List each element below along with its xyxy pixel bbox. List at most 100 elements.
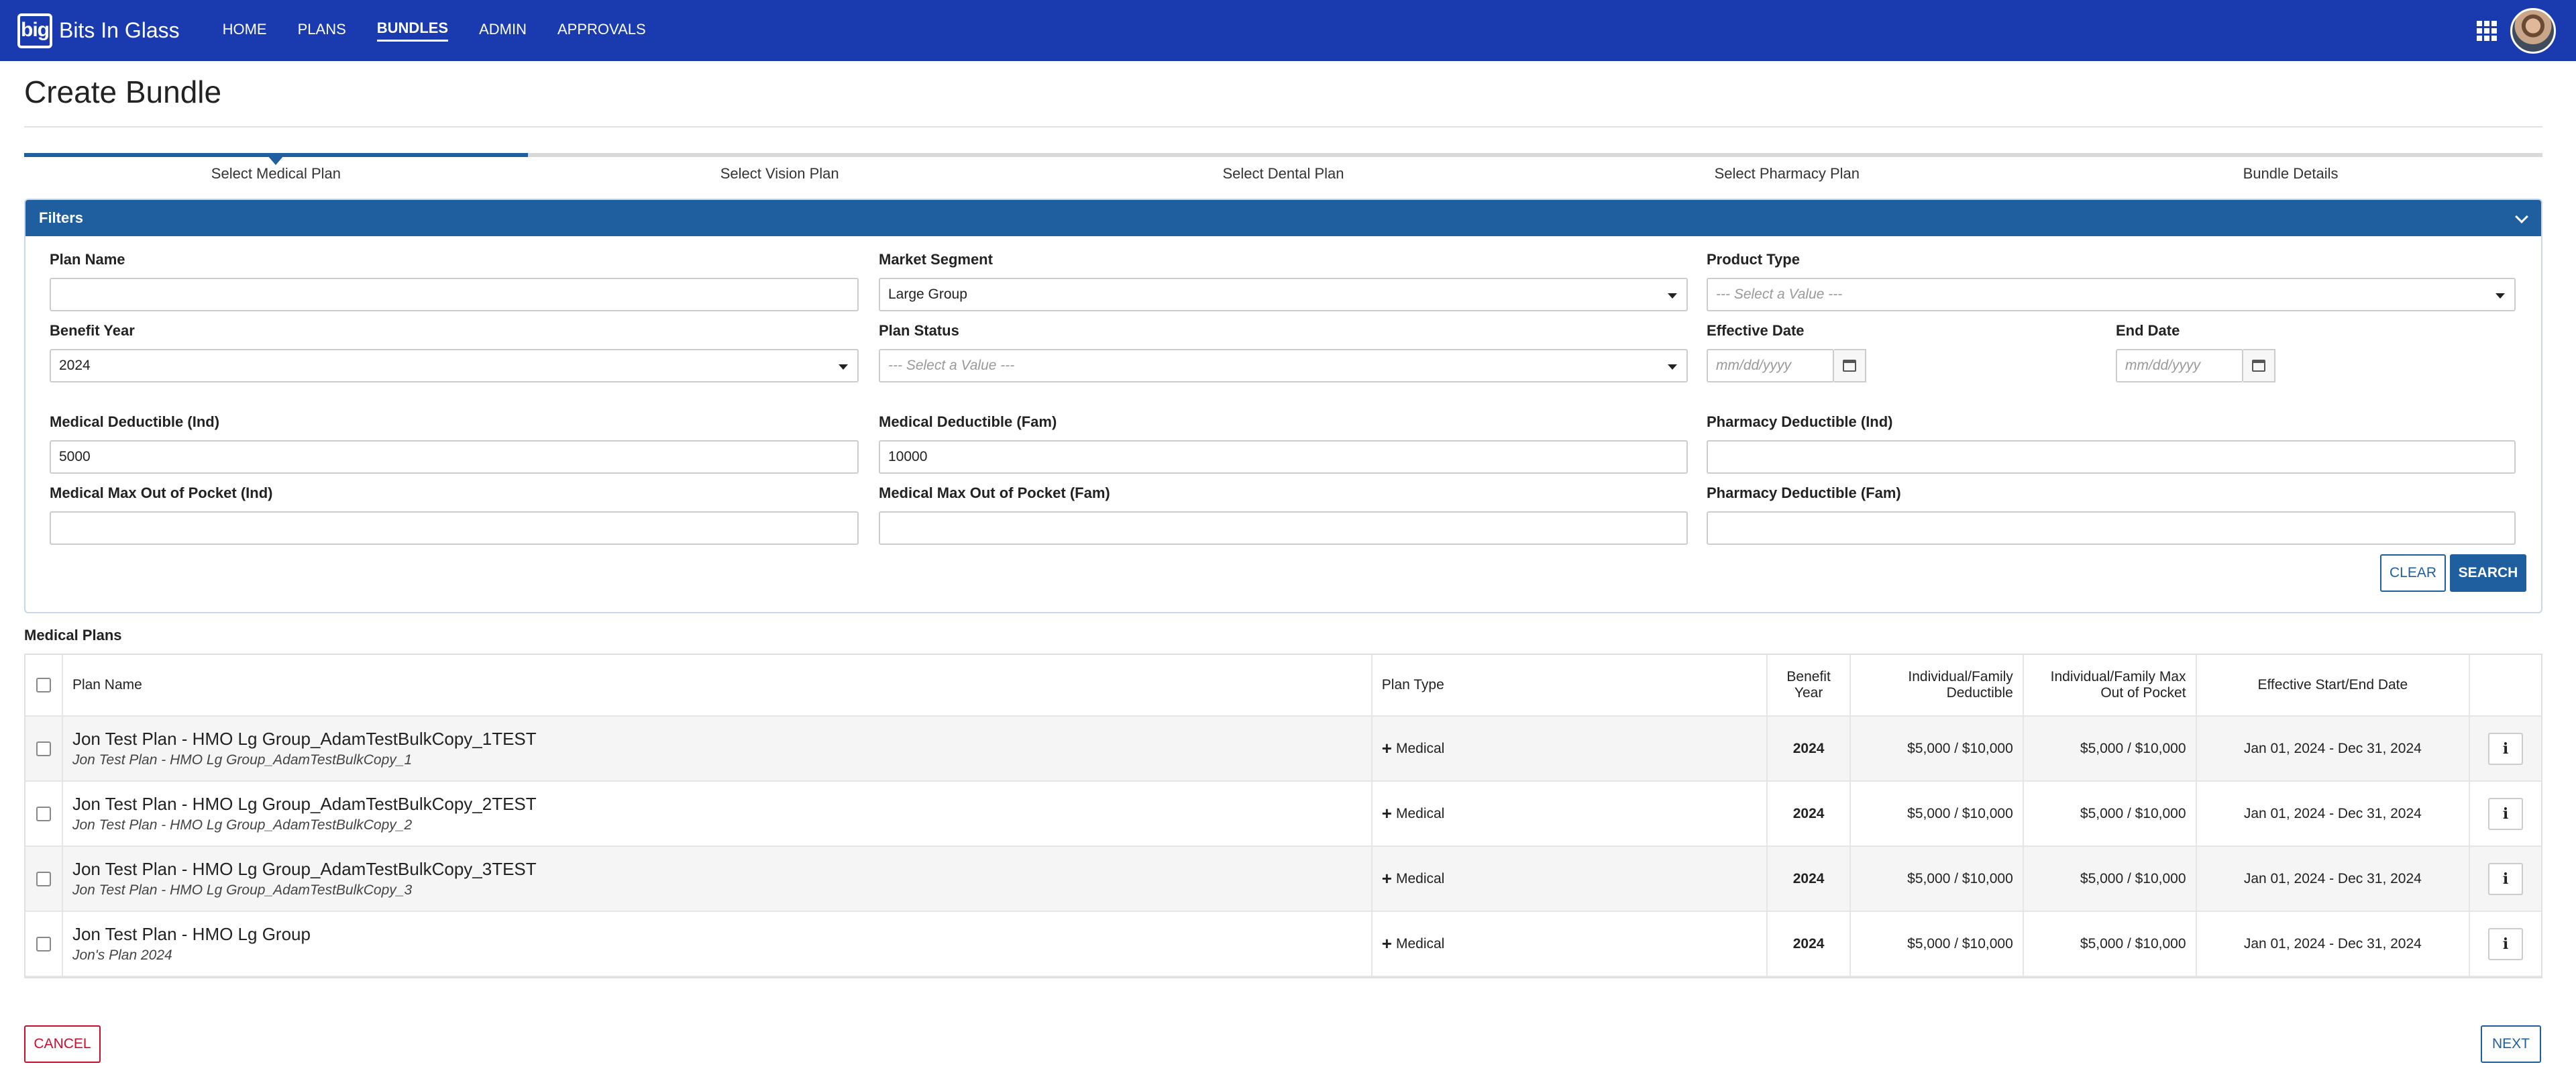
table-row[interactable]: Jon Test Plan - HMO Lg Group_AdamTestBul…	[25, 782, 2541, 847]
caret-down-icon	[2496, 293, 2505, 299]
pharm-ded-ind-input[interactable]	[1707, 440, 2516, 474]
row-checkbox[interactable]	[36, 741, 51, 756]
med-oop-fam-input[interactable]	[879, 511, 1688, 545]
table-row[interactable]: Jon Test Plan - HMO Lg Group_AdamTestBul…	[25, 717, 2541, 782]
effective-dates: Jan 01, 2024 - Dec 31, 2024	[2197, 847, 2471, 911]
product-type-label: Product Type	[1707, 251, 1800, 268]
step-bundle-details[interactable]: Bundle Details	[2039, 165, 2542, 183]
app-grid-icon[interactable]	[2477, 21, 2497, 41]
product-type-placeholder: --- Select a Value ---	[1716, 287, 1843, 302]
max-oop: $5,000 / $10,000	[2024, 847, 2197, 911]
calendar-icon	[2252, 360, 2265, 372]
table-row[interactable]: Jon Test Plan - HMO Lg Group Jon's Plan …	[25, 912, 2541, 977]
header-max-oop[interactable]: Individual/Family Max Out of Pocket	[2024, 655, 2197, 715]
pharm-ded-fam-input[interactable]	[1707, 511, 2516, 545]
med-ded-ind-input[interactable]: 5000	[50, 440, 859, 474]
header-plan-type[interactable]: Plan Type	[1373, 655, 1768, 715]
header-actions	[2470, 655, 2541, 715]
market-segment-value: Large Group	[888, 287, 967, 302]
effective-date-input[interactable]: mm/dd/yyyy	[1707, 349, 1834, 382]
user-avatar[interactable]	[2510, 8, 2556, 54]
caret-down-icon	[1668, 364, 1677, 370]
caret-down-icon	[1668, 293, 1677, 299]
market-segment-select[interactable]: Large Group	[879, 278, 1688, 311]
next-button[interactable]: NEXT	[2481, 1025, 2541, 1063]
med-ded-ind-label: Medical Deductible (Ind)	[50, 413, 220, 430]
header-deductible-line1: Individual/Family	[1908, 669, 2013, 684]
nav-bundles[interactable]: BUNDLES	[376, 19, 449, 42]
plus-icon: +	[1381, 803, 1392, 823]
header-oop-line1: Individual/Family Max	[2050, 669, 2186, 684]
chevron-down-icon[interactable]	[2515, 210, 2528, 223]
benefit-year-field: Benefit Year 2024	[50, 322, 859, 382]
plan-name: Jon Test Plan - HMO Lg Group_AdamTestBul…	[72, 794, 537, 814]
effective-dates: Jan 01, 2024 - Dec 31, 2024	[2197, 912, 2471, 976]
market-segment-field: Market Segment Large Group	[879, 251, 1688, 311]
med-ded-fam-field: Medical Deductible (Fam) 10000	[879, 413, 1688, 474]
filters-title: Filters	[39, 209, 84, 226]
plus-icon: +	[1381, 738, 1392, 758]
effective-dates: Jan 01, 2024 - Dec 31, 2024	[2197, 717, 2471, 780]
header-deductible[interactable]: Individual/Family Deductible	[1851, 655, 2024, 715]
title-divider	[24, 126, 2542, 127]
plan-name: Jon Test Plan - HMO Lg Group_AdamTestBul…	[72, 859, 537, 879]
search-button[interactable]: SEARCH	[2450, 554, 2526, 592]
calendar-icon	[1843, 360, 1856, 372]
max-oop: $5,000 / $10,000	[2024, 717, 2197, 780]
info-icon[interactable]: i	[2488, 797, 2524, 830]
benefit-year: 2024	[1768, 782, 1851, 845]
step-select-pharmacy-plan[interactable]: Select Pharmacy Plan	[1535, 165, 2039, 183]
clear-button[interactable]: CLEAR	[2380, 554, 2446, 592]
row-checkbox[interactable]	[36, 871, 51, 886]
pharm-ded-ind-label: Pharmacy Deductible (Ind)	[1707, 413, 1893, 430]
benefit-year: 2024	[1768, 717, 1851, 780]
table-row[interactable]: Jon Test Plan - HMO Lg Group_AdamTestBul…	[25, 847, 2541, 912]
plus-icon: +	[1381, 933, 1392, 954]
plan-name-input[interactable]	[50, 278, 859, 311]
med-ded-fam-input[interactable]: 10000	[879, 440, 1688, 474]
plan-status-label: Plan Status	[879, 322, 959, 339]
cancel-button[interactable]: CANCEL	[24, 1025, 101, 1063]
plan-type: Medical	[1395, 935, 1445, 952]
info-icon[interactable]: i	[2488, 927, 2524, 960]
med-oop-ind-input[interactable]	[50, 511, 859, 545]
benefit-year-select[interactable]: 2024	[50, 349, 859, 382]
product-type-select[interactable]: --- Select a Value ---	[1707, 278, 2516, 311]
select-all-checkbox[interactable]	[36, 678, 51, 692]
step-select-dental-plan[interactable]: Select Dental Plan	[1032, 165, 1536, 183]
step-select-vision-plan[interactable]: Select Vision Plan	[528, 165, 1032, 183]
plan-status-field: Plan Status --- Select a Value ---	[879, 322, 1688, 382]
header-benefit-year-line2: Year	[1794, 685, 1823, 701]
header-effective-dates[interactable]: Effective Start/End Date	[2197, 655, 2471, 715]
filters-header[interactable]: Filters	[25, 200, 2541, 236]
plan-status-select[interactable]: --- Select a Value ---	[879, 349, 1688, 382]
nav-approvals[interactable]: APPROVALS	[557, 21, 646, 41]
page-title: Create Bundle	[24, 74, 222, 109]
row-checkbox[interactable]	[36, 936, 51, 952]
header-plan-name[interactable]: Plan Name	[63, 655, 1373, 715]
brand[interactable]: big Bits In Glass	[17, 13, 180, 48]
med-oop-fam-label: Medical Max Out of Pocket (Fam)	[879, 484, 1110, 501]
deductible: $5,000 / $10,000	[1851, 847, 2024, 911]
plan-subname: Jon's Plan 2024	[72, 947, 172, 963]
pharm-ded-fam-label: Pharmacy Deductible (Fam)	[1707, 484, 1901, 501]
effective-dates: Jan 01, 2024 - Dec 31, 2024	[2197, 782, 2471, 845]
plan-status-placeholder: --- Select a Value ---	[888, 358, 1015, 373]
nav-admin[interactable]: ADMIN	[479, 21, 527, 41]
step-select-medical-plan[interactable]: Select Medical Plan	[24, 165, 528, 183]
nav-plans[interactable]: PLANS	[298, 21, 346, 41]
header-benefit-year[interactable]: Benefit Year	[1768, 655, 1851, 715]
info-icon[interactable]: i	[2488, 732, 2524, 765]
end-date-calendar-button[interactable]	[2243, 349, 2275, 382]
row-checkbox[interactable]	[36, 806, 51, 821]
effective-date-calendar-button[interactable]	[1834, 349, 1866, 382]
benefit-year-value: 2024	[59, 358, 91, 373]
deductible: $5,000 / $10,000	[1851, 717, 2024, 780]
top-navbar: big Bits In Glass HOME PLANS BUNDLES ADM…	[0, 0, 2576, 61]
header-oop-line2: Out of Pocket	[2100, 685, 2186, 701]
end-date-input[interactable]: mm/dd/yyyy	[2116, 349, 2243, 382]
info-icon[interactable]: i	[2488, 862, 2524, 895]
product-type-field: Product Type --- Select a Value ---	[1707, 251, 2516, 311]
nav-home[interactable]: HOME	[223, 21, 267, 41]
medical-plans-table: Plan Name Plan Type Benefit Year Individu…	[24, 654, 2542, 978]
